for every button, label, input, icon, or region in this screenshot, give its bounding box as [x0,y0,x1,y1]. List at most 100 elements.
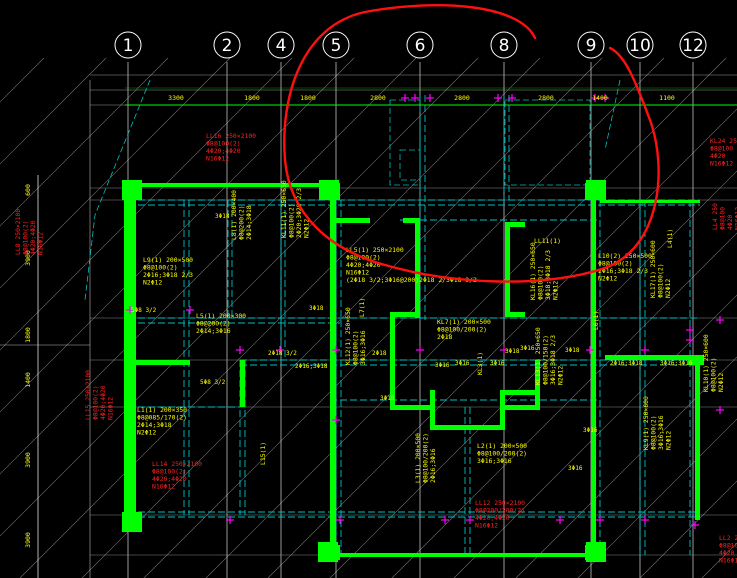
shear-wall [390,360,430,410]
beam-label-line: 3Φ16;3Φ16 [359,330,367,365]
rebar-annotation: 3Φ16 [568,465,583,472]
dimension-label-top: 1800 [300,94,316,102]
rebar-annotation: 3Φ18 [215,213,230,220]
rebar-annotation: 3Φ16 [583,427,598,434]
dimension-label-top: 2800 [538,94,554,102]
column [318,542,338,562]
beam-label-ll8: LL8 250×2100 Φ8@100(2) 4Φ20;4Φ20 N16Φ12 [14,209,45,255]
beam-label-line: LL11(1) [534,237,561,245]
beam-label-line: N2Φ12 [143,279,162,287]
shear-wall [128,360,190,365]
axis-label: 6 [415,36,426,56]
rebar-annotation: 3Φ16;3Φ16 [660,360,693,367]
beam-label-line: N16Φ12 [734,207,737,230]
beam-label-line: N2Φ12 [598,275,617,283]
shear-wall [505,390,535,395]
dimension-label-left: 1800 [24,327,32,343]
shear-wall [591,320,596,560]
beam-label-line: N2Φ12 [557,366,565,385]
beam-label-llb: LL4 250 Φ8@100 4Φ20 N16Φ12 [711,203,737,230]
shear-wall [591,200,596,320]
shear-wall [505,222,525,317]
beam-label-ll14: LL14 250×2100Φ8@100(2)4Φ20;4Φ20N16Φ12 [152,460,202,491]
beam-label-line: N16Φ12 [206,155,229,163]
beam-label-line: N16Φ12 [719,557,737,565]
beam-label-ll12: LL12 250×2100Φ8@200/200(2)4Φ20;4Φ20N16Φ1… [475,499,525,530]
rebar-annotation: 3Φ18 [565,347,580,354]
dimension-label-top: 1100 [659,94,675,102]
beam-label-line: 2Φ18 [437,333,453,341]
axis-label: 2 [222,36,233,56]
beam-label-kl11: KL11(1) 250×650 Φ8@100(2) 2Φ20;3Φ20 2/3 N2Φ… [280,180,311,238]
beam-label-kl24: KL24 250Φ8@1004Φ20N16Φ12 [710,137,737,168]
beam-label-line: N16Φ12 [710,160,733,168]
beam-label-line: N2Φ12 [137,429,156,437]
dimension-label-left: 3900 [24,532,32,548]
dimension-label-top: 3300 [168,94,184,102]
beam-label-ll15: LL15 250×2100 Φ8@100(2) 4Φ20;4Φ20 N16Φ12 [84,370,115,420]
beam-label-l8: L8(1) 200×400 Φ8@200(2) 2Φ14;3Φ18 [230,190,253,240]
shear-wall [124,183,136,520]
beam-label-kl10: KL10(1) 250×600 Φ8@100(2) N2Φ12 [702,334,725,392]
beam-label-l2: L2(1) 200×500Φ8@100/200(2)3Φ16;3Φ16 [477,442,527,465]
axis-label: 5 [331,36,342,56]
shear-wall [600,200,700,203]
shear-wall [124,183,336,187]
beam-label-l5: L5(1) 200×300Φ8@200(2)2Φ14;3Φ16 [196,312,246,335]
dimension-label-top: 2800 [454,94,470,102]
beam-label-line: 2Φ14;3Φ18 [245,205,253,240]
axis-label: 12 [682,36,704,56]
shear-wall [695,355,700,520]
axis-label: 9 [586,36,597,56]
beam-label-line: N16Φ12 [37,232,45,255]
beam-label-line: 3Φ16;3Φ16 [477,457,512,465]
shear-wall [330,200,336,560]
rebar-annotation: 2Φ16;3Φ18 [610,360,643,367]
beam-label-line: N16Φ12 [152,483,175,491]
beam-label-line: KL3(1) [476,352,484,375]
dimension-label-top: 2800 [370,94,386,102]
beam-label-kl9: KL9(1) 250×600 Φ8@100(2) 3Φ16;3Φ16 N2Φ12 [642,396,673,450]
beam-label-kl3: KL3(1) [476,352,484,375]
shear-wall [403,218,420,318]
cad-drawing-canvas[interactable]: 1 2 4 5 6 8 9 10 12 3300 1800 1800 2800 2800 2800 1400… [0,0,737,578]
structural-plan: 1 2 4 5 6 8 9 10 12 3300 1800 1800 2800 2800 2800 1400… [0,4,737,578]
beam-label-l3: L3(1) 200×500 Φ8@100/200(2) 2Φ16;3Φ16 [414,433,437,483]
dimension-label-left: 600 [24,184,32,196]
rebar-annotation: 3Φ16 [490,360,505,367]
beam-label-line: L7(1) [358,298,366,317]
dimension-label-top: 1800 [244,94,260,102]
beam-label-ll16: LL16 250×2100Φ8@100(2)4Φ20;4Φ20N16Φ12 [206,132,256,163]
shear-wall [336,553,600,557]
rebar-annotation: 5Φ8 3/2 [131,307,157,314]
beam-label-kl16: KL16(1) 250×650 Φ8@100(2) 3Φ18;3Φ18 2/3 N2Φ… [529,242,560,300]
beam-label-line: L6(1) [592,311,600,330]
beam-label-l6: L6(1) [592,311,600,330]
axis-label: 1 [123,36,134,56]
dimension-label-left: 1400 [24,372,32,388]
shear-wall [240,360,245,407]
rebar-annotation: 3Φ18 [309,305,324,312]
beam-label-line: N2Φ12 [665,431,673,450]
grid-lines [0,62,737,578]
beam-label-line: 2Φ16;3Φ16 [429,448,437,483]
shear-wall [430,390,505,430]
rebar-annotation: 3Φ18 [380,395,395,402]
rebar-annotation: 2Φ18 3/2 [268,350,297,357]
beam-label-line: N16Φ12 [475,522,498,530]
dimension-label-left: 3900 [24,452,32,468]
beam-label-kl7: KL7(1) 200×500Φ8@100/200(2)2Φ18 [437,318,491,341]
rebar-annotation: 3Φ16 [520,345,535,352]
rebar-annotation: 2Φ16;3Φ18 [295,363,328,370]
dimension-label-top: 1400 [592,94,608,102]
rebar-annotation: 3Φ18 [505,348,520,355]
beam-frame [389,99,421,186]
column [122,512,142,532]
column [319,180,339,200]
beam-label-l1: L1(1) 200×350Φ8@085/170(2)2Φ14;3Φ18N2Φ12 [137,406,187,437]
rebar-annotation: 2Φ18 [372,350,387,357]
beam-label-line: N2Φ12 [717,373,725,392]
beam-label-kl13: KL13(1) 250×650 Φ8@100/150(2) 3Φ16;3Φ18 2/… [534,327,565,385]
rebar-annotation: 3Φ16 [455,360,470,367]
beam-label-line: N16Φ12 [107,397,115,420]
